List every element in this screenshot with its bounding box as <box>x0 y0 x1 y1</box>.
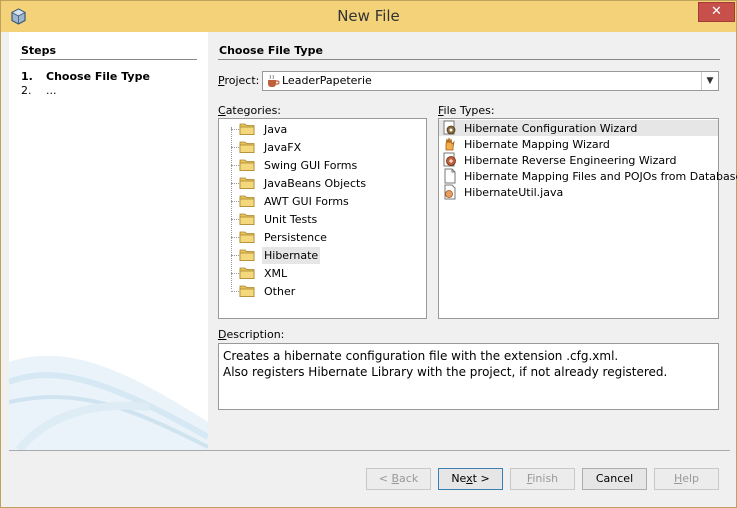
step-item: 2.... <box>21 84 57 97</box>
folder-icon <box>239 139 255 154</box>
folder-icon <box>239 193 255 208</box>
file-type-label: Hibernate Configuration Wizard <box>464 122 638 135</box>
tree-connector <box>231 183 239 184</box>
tree-connector <box>231 165 239 166</box>
description-box: Creates a hibernate configuration file w… <box>218 343 719 410</box>
cancel-button[interactable]: Cancel <box>582 468 647 490</box>
hibernate-mapping-icon <box>442 136 458 152</box>
categories-tree[interactable]: Java JavaFX Swing GUI Forms JavaBeans Objec… <box>218 118 427 319</box>
category-item[interactable]: AWT GUI Forms <box>219 192 426 210</box>
tree-connector <box>231 219 239 220</box>
tree-connector <box>231 237 239 238</box>
description-label: Description: <box>218 328 285 341</box>
tree-connector <box>231 273 239 274</box>
file-type-label: Hibernate Reverse Engineering Wizard <box>464 154 677 167</box>
category-label: XML <box>264 267 288 280</box>
categories-label: Categories: <box>218 104 282 117</box>
chevron-down-icon[interactable]: ▼ <box>701 72 718 90</box>
category-item[interactable]: Other <box>219 282 426 300</box>
category-label: Swing GUI Forms <box>264 159 358 172</box>
file-types-list[interactable]: Hibernate Configuration Wizard Hibernate … <box>438 118 737 319</box>
close-icon: ✕ <box>711 4 722 19</box>
new-file-dialog: New File ✕ Steps 1. Choose File Type 2...… <box>0 0 737 508</box>
category-label: Other <box>264 285 296 298</box>
next-button[interactable]: Next > <box>438 468 503 490</box>
category-label: JavaBeans Objects <box>264 177 367 190</box>
description-line: Creates a hibernate configuration file w… <box>223 349 619 363</box>
steps-heading: Steps <box>21 44 57 57</box>
main-panel: Choose File Type Project: LeaderPapeteri… <box>208 32 737 450</box>
steps-divider <box>20 59 197 60</box>
step-item: 1. Choose File Type <box>21 70 150 83</box>
footer-divider <box>9 450 730 451</box>
file-type-label: HibernateUtil.java <box>464 186 564 199</box>
close-button[interactable]: ✕ <box>698 2 735 22</box>
finish-button[interactable]: Finish <box>510 468 575 490</box>
file-type-item[interactable]: Hibernate Mapping Files and POJOs from D… <box>439 168 737 184</box>
hibernate-reveng-icon <box>442 152 458 168</box>
decorative-swoosh <box>9 355 208 450</box>
tree-connector <box>231 255 239 256</box>
file-type-label: Hibernate Mapping Wizard <box>464 138 610 151</box>
category-item[interactable]: Java <box>219 120 426 138</box>
tree-connector <box>231 291 239 292</box>
category-label: JavaFX <box>264 141 302 154</box>
folder-icon <box>239 229 255 244</box>
category-item[interactable]: Swing GUI Forms <box>219 156 426 174</box>
project-label: Project: <box>218 74 260 87</box>
file-type-item[interactable]: Hibernate Reverse Engineering Wizard <box>439 152 718 168</box>
category-item[interactable]: XML <box>219 264 426 282</box>
category-label: Unit Tests <box>264 213 318 226</box>
category-label: AWT GUI Forms <box>264 195 349 208</box>
folder-icon <box>239 175 255 190</box>
heading-divider <box>218 59 720 60</box>
java-class-icon <box>442 184 458 200</box>
category-label: Persistence <box>264 231 327 244</box>
category-item[interactable]: JavaBeans Objects <box>219 174 426 192</box>
title-bar[interactable]: New File ✕ <box>1 1 736 32</box>
file-type-item[interactable]: Hibernate Configuration Wizard <box>439 120 718 136</box>
hibernate-config-icon <box>442 120 458 136</box>
category-item[interactable]: Persistence <box>219 228 426 246</box>
tree-connector <box>231 129 239 130</box>
tree-connector <box>231 201 239 202</box>
java-project-icon <box>268 74 280 87</box>
file-types-label: File Types: <box>438 104 495 117</box>
file-type-label: Hibernate Mapping Files and POJOs from D… <box>464 170 737 183</box>
category-item[interactable]: JavaFX <box>219 138 426 156</box>
project-dropdown[interactable]: LeaderPapeterie ▼ <box>262 71 719 91</box>
project-value: LeaderPapeterie <box>282 74 372 87</box>
folder-icon <box>239 121 255 136</box>
folder-icon <box>239 247 255 262</box>
folder-icon <box>239 265 255 280</box>
category-label: Java <box>264 123 288 136</box>
file-type-item[interactable]: HibernateUtil.java <box>439 184 718 200</box>
file-type-item[interactable]: Hibernate Mapping Wizard <box>439 136 718 152</box>
category-item[interactable]: Hibernate <box>219 246 426 264</box>
folder-icon <box>239 211 255 226</box>
help-button[interactable]: Help <box>654 468 719 490</box>
category-item[interactable]: Unit Tests <box>219 210 426 228</box>
back-button[interactable]: < Back <box>366 468 431 490</box>
folder-icon <box>239 283 255 298</box>
category-label: Hibernate <box>262 247 321 264</box>
document-icon <box>442 168 458 184</box>
steps-panel: Steps 1. Choose File Type 2.... <box>9 32 208 450</box>
tree-connector <box>231 147 239 148</box>
description-line: Also registers Hibernate Library with th… <box>223 365 668 379</box>
window-title: New File <box>337 7 400 25</box>
wizard-body: Steps 1. Choose File Type 2.... Choose Fi… <box>9 32 737 450</box>
folder-icon <box>239 157 255 172</box>
panel-heading: Choose File Type <box>219 44 323 57</box>
